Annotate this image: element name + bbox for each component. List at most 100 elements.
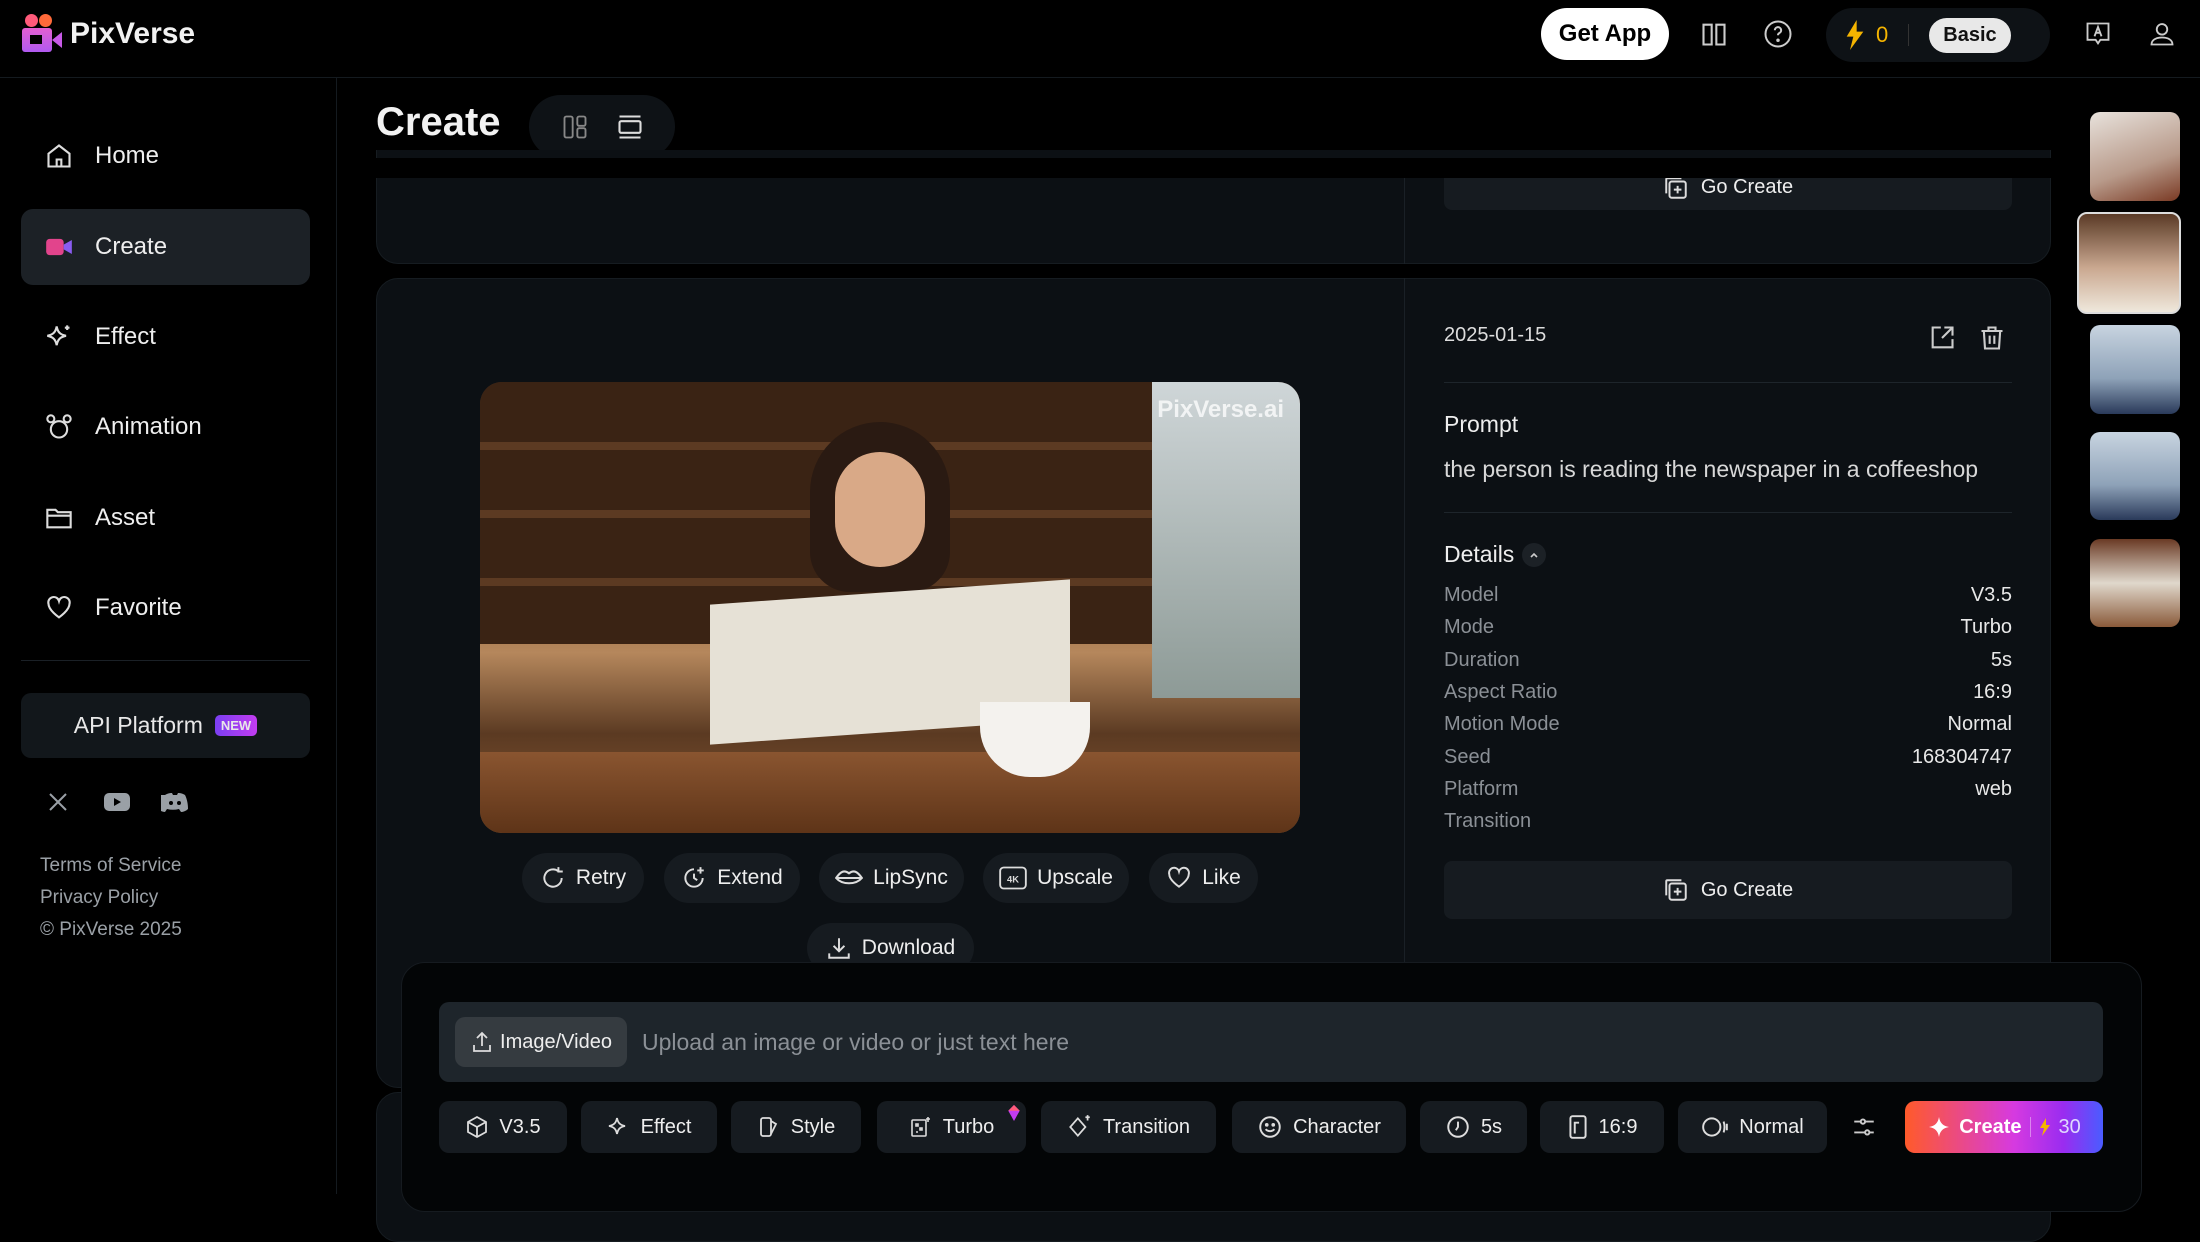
person-face	[835, 452, 925, 567]
terms-link[interactable]: Terms of Service	[40, 855, 181, 877]
transition-select[interactable]: Transition	[1041, 1101, 1216, 1153]
sidebar-item-asset[interactable]: Asset	[21, 480, 310, 556]
chevron-up-icon	[1522, 542, 1547, 567]
sidebar-item-label: Animation	[95, 413, 202, 440]
extend-button[interactable]: Extend	[664, 853, 800, 903]
new-badge: NEW	[214, 715, 258, 736]
upscale-button[interactable]: 4K Upscale	[983, 853, 1129, 903]
pixverse-logo-icon	[22, 14, 62, 54]
detail-value: V3.5	[1970, 584, 2012, 606]
turbo-mode-select[interactable]: Turbo	[877, 1101, 1026, 1153]
get-app-button[interactable]: Get App	[1541, 8, 1669, 60]
details-toggle[interactable]: Details	[1444, 541, 1547, 568]
detail-value: Normal	[1947, 713, 2012, 736]
character-select[interactable]: Character	[1232, 1101, 1406, 1153]
aspect-ratio-icon	[1568, 1115, 1587, 1139]
ratio-label: 16:9	[1598, 1115, 1638, 1138]
divider	[1444, 382, 2012, 383]
plan-badge[interactable]: Basic	[1929, 17, 2011, 53]
credits-count: 0	[1876, 22, 1889, 47]
youtube-icon[interactable]	[103, 790, 131, 814]
sidebar-item-home[interactable]: Home	[21, 118, 310, 194]
details-label: Details	[1444, 541, 1515, 567]
sidebar-item-effect[interactable]: Effect	[21, 299, 310, 375]
effect-select[interactable]: Effect	[581, 1101, 717, 1153]
folder-icon	[46, 508, 72, 529]
history-thumbnail-selected[interactable]	[2077, 212, 2181, 314]
prompt-label: Prompt	[1444, 411, 1519, 437]
logo[interactable]: PixVerse	[22, 14, 195, 54]
aspect-ratio-select[interactable]: 16:9	[1540, 1101, 1664, 1153]
home-icon	[47, 144, 71, 168]
x-twitter-icon[interactable]	[46, 790, 70, 814]
download-label: Download	[861, 936, 956, 959]
detail-value: 5s	[1990, 648, 2012, 671]
upload-image-video-button[interactable]: Image/Video	[455, 1017, 627, 1067]
clock-icon	[1447, 1116, 1469, 1138]
model-select[interactable]: V3.5	[439, 1101, 567, 1153]
detail-key: Mode	[1444, 616, 1495, 639]
user-profile-icon[interactable]	[2142, 14, 2182, 54]
extend-icon	[684, 867, 705, 888]
upload-label: Image/Video	[500, 1030, 612, 1053]
upscale-label: Upscale	[1037, 866, 1113, 889]
go-create-button[interactable]: Go Create	[1444, 861, 2012, 919]
turbo-label: Turbo	[942, 1115, 995, 1138]
transition-label: Transition	[1102, 1115, 1191, 1138]
detail-row: Model V3.5	[1444, 584, 2012, 607]
discord-icon[interactable]	[161, 790, 189, 814]
lipsync-label: LipSync	[873, 866, 948, 889]
add-square-icon	[1665, 879, 1687, 901]
privacy-link[interactable]: Privacy Policy	[40, 887, 158, 909]
grid-view-icon[interactable]	[561, 113, 589, 141]
detail-row: Duration 5s	[1444, 649, 2012, 672]
sidebar-item-label: Favorite	[95, 594, 182, 621]
lipsync-button[interactable]: LipSync	[819, 853, 964, 903]
history-thumbnail[interactable]	[2090, 112, 2180, 201]
character-label: Character	[1293, 1115, 1381, 1138]
page-title: Create	[376, 100, 501, 144]
detail-row: Motion Mode Normal	[1444, 713, 2012, 736]
like-button[interactable]: Like	[1149, 853, 1258, 903]
docs-book-icon[interactable]	[1694, 14, 1734, 54]
sidebar-item-animation[interactable]: Animation	[21, 389, 310, 465]
result-video-preview[interactable]: PixVerse.ai	[480, 382, 1300, 833]
retry-button[interactable]: Retry	[522, 853, 644, 903]
turbo-icon	[910, 1117, 930, 1137]
table	[480, 752, 1300, 833]
cube-icon	[467, 1115, 488, 1139]
motion-mode-select[interactable]: Normal	[1678, 1101, 1827, 1153]
list-view-icon[interactable]	[616, 113, 644, 141]
add-square-icon	[1665, 176, 1687, 199]
copyright-text: © PixVerse 2025	[40, 919, 182, 940]
prompt-bar	[401, 962, 2142, 1212]
motion-icon	[1702, 1117, 1729, 1137]
upload-icon	[473, 1031, 491, 1052]
api-platform-button[interactable]: API Platform NEW	[21, 693, 310, 758]
style-select[interactable]: Style	[731, 1101, 861, 1153]
help-icon[interactable]	[1758, 14, 1798, 54]
sparkle-icon	[1929, 1117, 1950, 1137]
history-thumbnail[interactable]	[2090, 432, 2180, 520]
sidebar-item-label: Asset	[95, 504, 156, 531]
settings-sliders-icon[interactable]	[1851, 1113, 1877, 1141]
sidebar-item-label: Effect	[95, 323, 156, 350]
history-thumbnail[interactable]	[2090, 539, 2180, 627]
svg-text:4K: 4K	[1007, 875, 1019, 885]
sidebar-item-create[interactable]: Create	[21, 209, 310, 285]
create-button[interactable]: Create 30	[1905, 1101, 2103, 1153]
download-icon	[828, 938, 850, 959]
divider	[1908, 24, 1910, 46]
duration-select[interactable]: 5s	[1420, 1101, 1527, 1153]
card-divider	[1404, 177, 1405, 264]
credits-pill[interactable]: 0 Basic	[1826, 8, 2050, 62]
like-label: Like	[1202, 866, 1241, 889]
style-icon	[759, 1117, 777, 1137]
detail-key: Motion Mode	[1444, 713, 1560, 736]
share-icon[interactable]	[1928, 324, 1956, 352]
sidebar-item-favorite[interactable]: Favorite	[21, 570, 310, 646]
delete-trash-icon[interactable]	[1978, 324, 2006, 352]
history-thumbnail[interactable]	[2090, 325, 2180, 414]
detail-value: 16:9	[1973, 680, 2012, 703]
translate-icon[interactable]	[2078, 14, 2118, 54]
